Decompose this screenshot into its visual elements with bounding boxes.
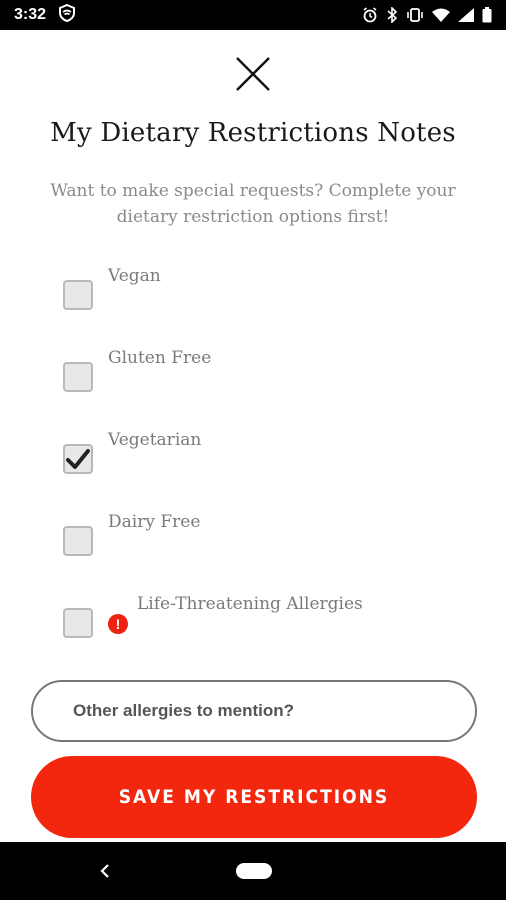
- vegetarian-checkbox[interactable]: [63, 444, 93, 474]
- option-label: Dairy Free: [108, 512, 201, 532]
- alert-icon: !: [108, 614, 128, 634]
- battery-icon: [482, 7, 492, 23]
- page-title: My Dietary Restrictions Notes: [50, 118, 456, 148]
- dairy-free-checkbox[interactable]: [63, 526, 93, 556]
- page-subtitle: Want to make special requests? Complete …: [50, 181, 456, 227]
- back-chevron-icon: [100, 864, 109, 878]
- life-threatening-allergies-checkbox[interactable]: [63, 608, 93, 638]
- option-life-threatening-allergies: ! Life-Threatening Allergies: [0, 594, 506, 654]
- close-button[interactable]: [232, 53, 274, 95]
- status-right: [362, 7, 492, 23]
- signal-icon: [458, 8, 474, 22]
- option-label: Life-Threatening Allergies: [137, 594, 363, 614]
- navigation-bar: [0, 842, 506, 900]
- alarm-icon: [362, 7, 378, 23]
- vpn-shield-icon: [58, 3, 76, 27]
- wifi-icon: [432, 8, 450, 22]
- option-label: Gluten Free: [108, 348, 212, 368]
- close-icon: [236, 57, 270, 91]
- home-pill-icon[interactable]: [236, 863, 272, 879]
- gluten-free-checkbox[interactable]: [63, 362, 93, 392]
- bluetooth-icon: [386, 7, 398, 23]
- status-time: 3:32: [14, 6, 47, 23]
- option-gluten-free: Gluten Free: [0, 348, 506, 408]
- vegan-checkbox[interactable]: [63, 280, 93, 310]
- checkmark-icon: [66, 449, 90, 469]
- option-label: Vegetarian: [108, 430, 202, 450]
- option-vegan: Vegan: [0, 266, 506, 326]
- back-button[interactable]: [95, 859, 115, 883]
- other-allergies-input[interactable]: [31, 680, 477, 742]
- save-restrictions-button[interactable]: SAVE MY RESTRICTIONS: [31, 756, 477, 838]
- option-dairy-free: Dairy Free: [0, 512, 506, 572]
- option-label: Vegan: [108, 266, 161, 286]
- vibrate-icon: [406, 7, 424, 23]
- option-vegetarian: Vegetarian: [0, 430, 506, 490]
- status-left: 3:32: [14, 3, 76, 27]
- status-bar: 3:32: [0, 0, 506, 30]
